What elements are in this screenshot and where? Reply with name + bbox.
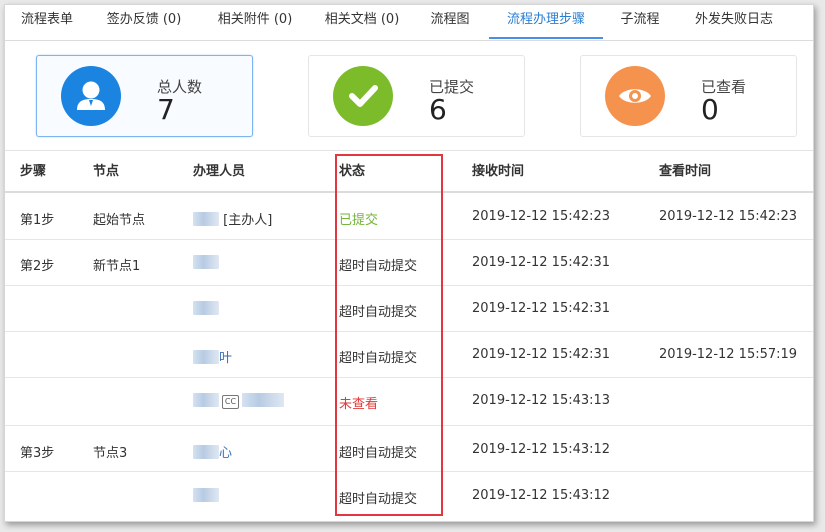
status-column-highlight xyxy=(335,154,443,516)
received-time-cell: 2019-12-12 15:43:12 xyxy=(472,442,611,457)
redacted-name xyxy=(193,488,219,502)
handler-cell[interactable]: CC xyxy=(193,393,284,409)
handler-cell[interactable]: [主办人] xyxy=(193,209,272,228)
header-received-time: 接收时间 xyxy=(472,164,525,179)
tab-bar: 流程表单 签办反馈 (0) 相关附件 (0) 相关文档 (0) 流程图 流程办理… xyxy=(5,5,813,41)
stat-value: 6 xyxy=(429,93,447,126)
divider xyxy=(5,150,813,151)
tab-subprocess[interactable]: 子流程 xyxy=(616,5,664,39)
handler-name: 心 xyxy=(219,446,233,461)
header-node: 节点 xyxy=(93,164,120,179)
stat-card-viewed[interactable]: 已查看 0 xyxy=(580,55,797,137)
handler-cell[interactable] xyxy=(193,255,219,271)
step-cell: 第1步 xyxy=(20,213,55,228)
handler-role: [主办人] xyxy=(223,213,273,228)
tab-send-failure-log[interactable]: 外发失败日志 xyxy=(688,5,780,39)
handler-name: 叶 xyxy=(219,351,233,366)
workflow-panel: 流程表单 签办反馈 (0) 相关附件 (0) 相关文档 (0) 流程图 流程办理… xyxy=(4,4,814,522)
received-time-cell: 2019-12-12 15:43:12 xyxy=(472,488,611,503)
header-viewed-time: 查看时间 xyxy=(659,164,712,179)
stat-card-total[interactable]: 总人数 7 xyxy=(36,55,253,137)
handler-cell[interactable] xyxy=(193,488,219,504)
tab-related-docs[interactable]: 相关文档 (0) xyxy=(317,5,407,39)
stat-card-submitted[interactable]: 已提交 6 xyxy=(308,55,525,137)
redacted-name xyxy=(193,255,219,269)
tab-process-steps[interactable]: 流程办理步骤 xyxy=(489,5,603,39)
handler-cell[interactable]: 心 xyxy=(193,442,232,461)
user-icon xyxy=(61,66,121,126)
tab-feedback[interactable]: 签办反馈 (0) xyxy=(101,5,187,39)
check-icon xyxy=(333,66,393,126)
redacted-name xyxy=(193,350,219,364)
eye-icon xyxy=(605,66,665,126)
node-cell: 新节点1 xyxy=(93,259,141,274)
redacted-name xyxy=(193,212,219,226)
stat-value: 0 xyxy=(701,93,719,126)
node-cell: 节点3 xyxy=(93,446,128,461)
redacted-name xyxy=(193,301,219,315)
tab-flowchart[interactable]: 流程图 xyxy=(425,5,475,39)
handler-cell[interactable] xyxy=(193,301,219,317)
header-handler: 办理人员 xyxy=(193,164,246,179)
received-time-cell: 2019-12-12 15:42:31 xyxy=(472,347,611,362)
node-cell: 起始节点 xyxy=(93,213,146,228)
step-cell: 第3步 xyxy=(20,446,55,461)
handler-cell[interactable]: 叶 xyxy=(193,347,232,366)
tab-attachments[interactable]: 相关附件 (0) xyxy=(209,5,301,39)
stat-value: 7 xyxy=(157,93,175,126)
header-step: 步骤 xyxy=(20,164,47,179)
redacted-name xyxy=(193,445,219,459)
tab-form[interactable]: 流程表单 xyxy=(15,5,79,39)
step-cell: 第2步 xyxy=(20,259,55,274)
received-time-cell: 2019-12-12 15:42:31 xyxy=(472,255,611,270)
redacted-name xyxy=(242,393,284,407)
viewed-time-cell: 2019-12-12 15:57:19 xyxy=(659,347,798,362)
viewed-time-cell: 2019-12-12 15:42:23 xyxy=(659,209,798,224)
received-time-cell: 2019-12-12 15:42:23 xyxy=(472,209,611,224)
redacted-name xyxy=(193,393,219,407)
received-time-cell: 2019-12-12 15:42:31 xyxy=(472,301,611,316)
cc-icon: CC xyxy=(222,395,239,409)
received-time-cell: 2019-12-12 15:43:13 xyxy=(472,393,611,408)
